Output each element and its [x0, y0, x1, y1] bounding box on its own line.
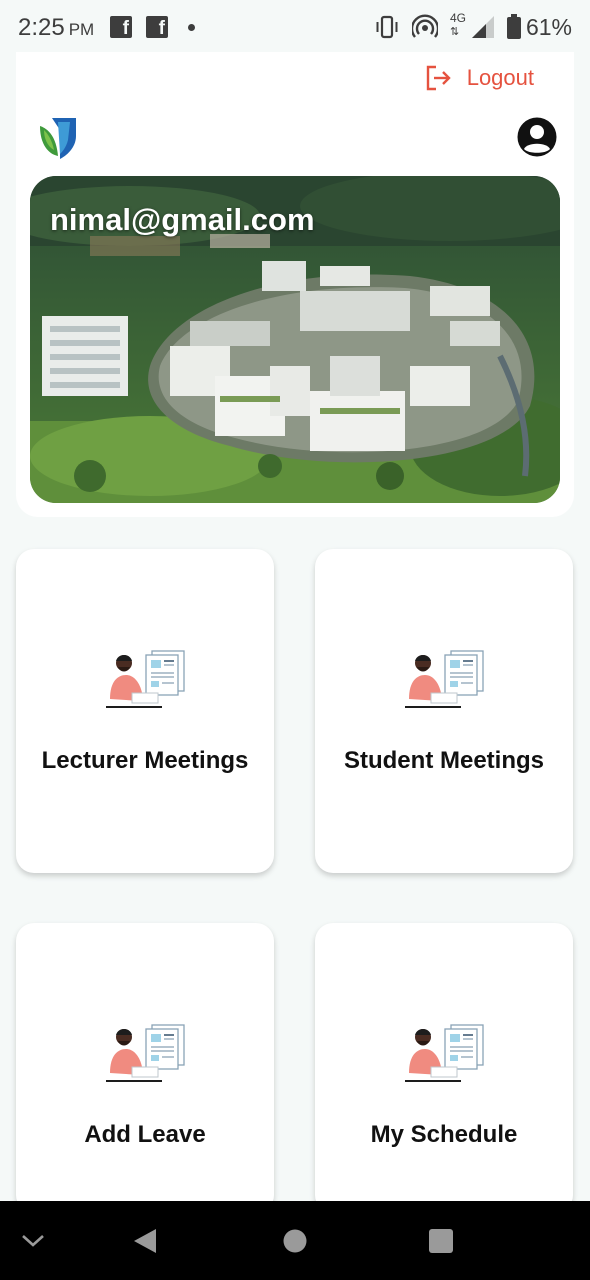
logout-label: Logout — [466, 65, 534, 90]
tile-label: Add Leave — [84, 1121, 206, 1148]
campus-banner: nimal@gmail.com — [30, 176, 560, 503]
nav-recents-button[interactable] — [416, 1201, 466, 1280]
account-circle-icon[interactable] — [516, 116, 558, 158]
chevron-down-icon — [22, 1234, 44, 1247]
facebook-icon: f — [146, 16, 168, 38]
user-email: nimal@gmail.com — [50, 202, 315, 237]
logout-button[interactable]: Logout — [425, 60, 534, 96]
tile-lecturer-meetings[interactable]: Lecturer Meetings — [16, 549, 274, 873]
signal-icon — [472, 16, 494, 38]
back-icon — [134, 1228, 156, 1253]
status-time: 2:25 PM — [18, 14, 94, 42]
tile-label: Student Meetings — [343, 747, 544, 774]
tile-label: My Schedule — [370, 1121, 518, 1148]
vibrate-icon — [376, 15, 398, 39]
status-time-value: 2:25 — [18, 14, 65, 41]
tile-add-leave[interactable]: Add Leave — [16, 923, 274, 1213]
person-with-documents-illustration — [106, 650, 185, 708]
tile-student-meetings[interactable]: Student Meetings — [315, 549, 573, 873]
header-card: Logout nimal@gmail.com — [16, 52, 574, 517]
nav-back-button[interactable] — [120, 1201, 170, 1280]
person-with-documents-illustration — [106, 1024, 185, 1082]
logout-icon — [426, 65, 451, 91]
person-with-documents-illustration — [405, 650, 484, 708]
battery-percentage: 61% — [525, 14, 572, 40]
notification-dot — [188, 24, 195, 31]
person-with-documents-illustration — [405, 1024, 484, 1082]
network-type-label: 4G — [450, 11, 467, 25]
status-bar: 2:25 PM f f 4G ⇅ 61% — [0, 0, 590, 56]
battery-icon — [507, 14, 521, 39]
system-nav-bar — [0, 1201, 590, 1280]
tile-my-schedule[interactable]: My Schedule — [315, 923, 573, 1213]
status-time-ampm: PM — [68, 20, 95, 39]
university-shield-logo — [40, 118, 76, 159]
home-icon — [283, 1229, 307, 1252]
nav-hide-button[interactable] — [10, 1201, 56, 1280]
tile-label: Lecturer Meetings — [41, 747, 249, 774]
nav-home-button[interactable] — [270, 1201, 320, 1280]
facebook-icon: f — [110, 16, 132, 38]
recents-icon — [429, 1228, 453, 1253]
network-type: 4G ⇅ — [450, 11, 467, 39]
hotspot-icon — [412, 14, 438, 38]
